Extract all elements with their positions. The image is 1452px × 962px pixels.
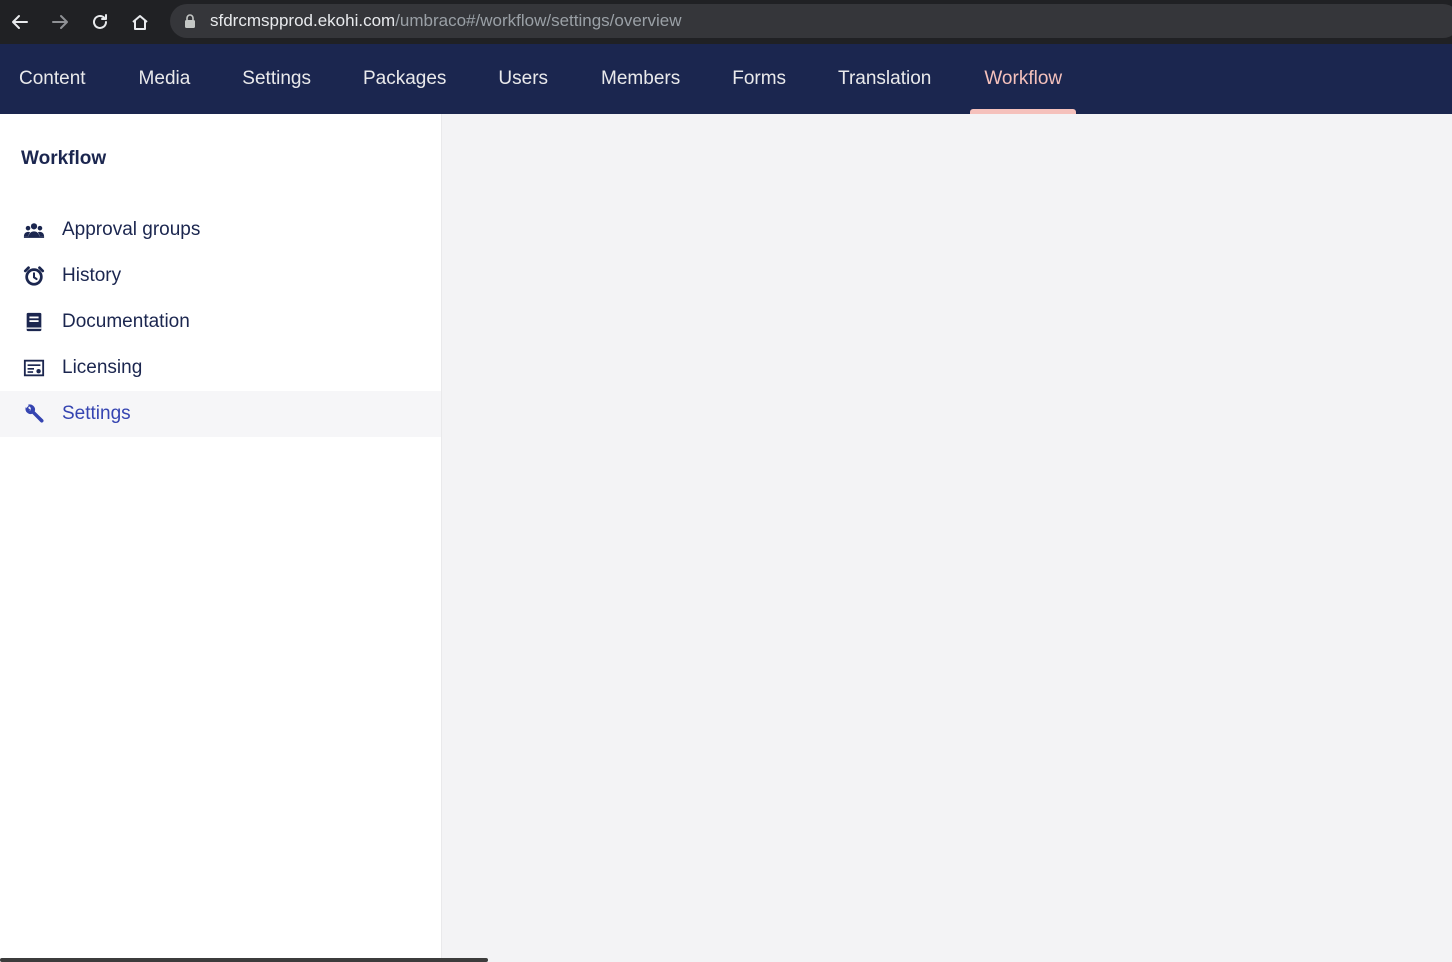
tab-settings[interactable]: Settings (242, 44, 311, 114)
tab-users[interactable]: Users (498, 44, 548, 114)
url-path: /umbraco#/workflow/settings/overview (395, 11, 682, 30)
tree-item-label: Documentation (62, 311, 190, 332)
arrow-right-icon (52, 15, 68, 29)
tab-translation[interactable]: Translation (838, 44, 931, 114)
alarm-clock-icon (22, 264, 46, 288)
url-host: sfdrcmspprod.ekohi.com (210, 11, 396, 30)
sidebar-tree: Approval groups History Documentation Li… (0, 207, 441, 437)
tree-item-label: Settings (62, 403, 131, 424)
wrench-icon (22, 402, 46, 426)
lock-icon (185, 14, 195, 28)
tree-item-approval-groups[interactable]: Approval groups (0, 207, 441, 253)
tab-label: Settings (242, 68, 311, 89)
tree-item-documentation[interactable]: Documentation (0, 299, 441, 345)
tab-forms[interactable]: Forms (732, 44, 786, 114)
tab-label: Users (498, 68, 549, 89)
home-icon (132, 15, 148, 30)
back-button[interactable] (0, 2, 40, 42)
tree-item-settings[interactable]: Settings (0, 391, 441, 437)
tab-label: Packages (362, 68, 447, 89)
tab-workflow[interactable]: Workflow (970, 44, 1077, 114)
reload-button[interactable] (80, 2, 120, 42)
tab-label: Members (601, 68, 681, 89)
section-navigation: Content Media Settings Packages Users Me… (0, 44, 1452, 114)
tab-media[interactable]: Media (139, 44, 191, 114)
tab-label: Workflow (984, 68, 1063, 89)
certificate-icon (22, 356, 46, 380)
tab-content[interactable]: Content (19, 44, 86, 114)
tab-label: Media (138, 68, 191, 89)
browser-toolbar: sfdrcmspprod.ekohi.com/umbraco#/workflow… (0, 0, 1452, 44)
forward-button[interactable] (40, 2, 80, 42)
tree-item-label: Licensing (62, 357, 143, 378)
arrow-left-icon (12, 15, 28, 29)
tab-members[interactable]: Members (601, 44, 680, 114)
main-content-area (443, 114, 1452, 962)
address-bar[interactable]: sfdrcmspprod.ekohi.com/umbraco#/workflow… (170, 4, 1452, 38)
home-button[interactable] (120, 2, 160, 42)
users-icon (22, 218, 46, 242)
tree-item-history[interactable]: History (0, 253, 441, 299)
sidebar: Workflow Approval groups History Documen… (0, 114, 442, 962)
tab-label: Forms (732, 68, 787, 89)
tab-packages[interactable]: Packages (363, 44, 446, 114)
horizontal-scrollbar[interactable] (0, 958, 488, 962)
book-icon (22, 310, 46, 334)
tab-label: Translation (838, 68, 932, 89)
tab-label: Content (19, 68, 86, 89)
tree-item-label: Approval groups (62, 219, 201, 240)
tree-item-label: History (62, 265, 122, 286)
tree-item-licensing[interactable]: Licensing (0, 345, 441, 391)
reload-icon (93, 14, 107, 29)
sidebar-title: Workflow (21, 148, 107, 169)
